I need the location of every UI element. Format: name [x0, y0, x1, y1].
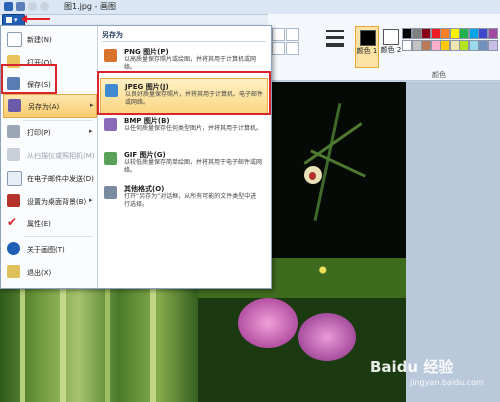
chevron-down-icon: ▾ — [14, 16, 18, 24]
title-bar: 图1.jpg - 画图 — [0, 0, 500, 15]
info-icon — [7, 242, 20, 255]
size-line-icon-3[interactable] — [326, 43, 344, 47]
palette-swatch[interactable] — [411, 40, 422, 51]
menu-item-label: 关于画图(T) — [27, 246, 65, 254]
red-arrow-annotation — [21, 15, 50, 23]
palette-swatch[interactable] — [449, 28, 460, 39]
paint-app-icon[interactable] — [4, 2, 13, 11]
menu-item-print[interactable]: 打印(P) ▸ — [3, 121, 95, 143]
menu-item-label: 属性(E) — [27, 220, 51, 228]
email-icon — [7, 171, 22, 186]
menu-item-label: 另存为(A) — [28, 103, 60, 111]
submenu-arrow-icon: ▸ — [89, 127, 93, 135]
divider — [23, 236, 93, 237]
menu-item-desktop-background[interactable]: 设置为桌面背景(B) ▸ — [3, 190, 95, 212]
menu-item-label: 设置为桌面背景(B) — [27, 198, 87, 206]
divider — [102, 41, 266, 42]
menu-item-save-as[interactable]: 另存为(A) ▸ — [3, 94, 97, 118]
color-1-selector[interactable]: 颜色 1 — [355, 26, 379, 68]
gif-image-icon — [104, 152, 117, 165]
menu-item-scanner: 从扫描仪或照相机(M) — [3, 144, 95, 166]
brush-tool-icon[interactable] — [272, 28, 285, 41]
undo-icon[interactable] — [28, 2, 37, 11]
canvas-background — [406, 82, 500, 258]
menu-item-label: 从扫描仪或照相机(M) — [27, 152, 95, 160]
palette-swatch[interactable] — [459, 28, 469, 39]
submenu-item-desc: 以高质量保存照片或绘图，并将其用于计算机或网络。 — [124, 56, 257, 71]
menu-item-label: 退出(X) — [27, 269, 52, 277]
new-file-icon — [7, 32, 22, 47]
palette-swatch[interactable] — [459, 40, 469, 51]
menu-item-label: 在电子邮件中发送(D) — [27, 175, 94, 183]
palette-swatch[interactable] — [449, 40, 460, 51]
submenu-arrow-icon: ▸ — [89, 196, 93, 204]
save-as-other-formats[interactable]: 其他格式(O) 打开“另存为”对话框，从所有可能的文件类型中进行选择。 — [100, 181, 266, 215]
printer-icon — [7, 125, 20, 138]
palette-swatch[interactable] — [421, 40, 431, 51]
palette-swatch[interactable] — [487, 40, 498, 51]
palette-swatch[interactable] — [468, 40, 479, 51]
save-as-highlight-box — [1, 64, 57, 94]
palette-swatch[interactable] — [402, 40, 412, 51]
save-as-icon — [8, 99, 21, 112]
palette-swatch[interactable] — [440, 28, 450, 39]
eraser-tool-icon[interactable] — [286, 28, 299, 41]
color-palette — [402, 28, 498, 52]
submenu-item-desc: 打开“另存为”对话框，从所有可能的文件类型中进行选择。 — [124, 193, 257, 208]
window-title: 图1.jpg - 画图 — [64, 2, 116, 11]
colors-group-label: 颜色 — [432, 71, 446, 79]
submenu-title: 另存为 — [102, 31, 123, 39]
orchid-photo — [268, 82, 406, 258]
menu-item-exit[interactable]: 退出(X) — [3, 261, 95, 283]
color-2-selector[interactable]: 颜色 2 — [380, 26, 402, 66]
scanner-icon — [7, 148, 20, 161]
palette-swatch[interactable] — [430, 28, 441, 39]
watermark-brand: Baidu 经验 — [370, 358, 454, 376]
jpeg-highlight-box — [97, 71, 271, 115]
bmp-image-icon — [104, 118, 117, 131]
submenu-item-desc: 以任何质量保存任何类型图片，并将其用于计算机。 — [124, 125, 263, 132]
other-formats-icon — [104, 186, 117, 199]
watermark-url: jingyan.baidu.com — [410, 378, 484, 387]
palette-swatch[interactable] — [487, 28, 498, 39]
zoom-tool-icon[interactable] — [286, 42, 299, 55]
menu-item-label: 打印(P) — [27, 129, 51, 137]
palette-swatch[interactable] — [402, 28, 412, 39]
checkmark-icon: ✔ — [7, 215, 18, 229]
bamboo-photo — [0, 287, 198, 402]
color-1-label: 颜色 1 — [356, 47, 378, 55]
menu-item-label: 新建(N) — [27, 36, 52, 44]
palette-swatch[interactable] — [440, 40, 450, 51]
color-2-swatch — [383, 29, 399, 45]
palette-swatch[interactable] — [478, 28, 488, 39]
palette-swatch[interactable] — [430, 40, 441, 51]
submenu-arrow-icon: ▸ — [90, 101, 94, 109]
paint-menu-icon — [6, 17, 12, 23]
save-as-gif[interactable]: GIF 图片(G) 以较低质量保存简单绘图，并将其用于电子邮件或网络。 — [100, 147, 266, 181]
submenu-item-desc: 以较低质量保存简单绘图，并将其用于电子邮件或网络。 — [124, 159, 263, 174]
size-line-icon-2[interactable] — [326, 36, 344, 39]
palette-swatch[interactable] — [468, 28, 479, 39]
palette-swatch[interactable] — [478, 40, 488, 51]
picker-tool-icon[interactable] — [272, 42, 285, 55]
save-as-submenu: 另存为 PNG 图片(P) 以高质量保存照片或绘图，并将其用于计算机或网络。 J… — [98, 26, 270, 288]
menu-item-new[interactable]: 新建(N) — [3, 28, 95, 50]
palette-swatch[interactable] — [421, 28, 431, 39]
palette-swatch[interactable] — [411, 28, 422, 39]
color-1-swatch — [360, 30, 376, 46]
desktop-background-icon — [7, 194, 20, 207]
menu-item-properties[interactable]: ✔ 属性(E) — [3, 212, 95, 234]
menu-item-email[interactable]: 在电子邮件中发送(D) — [3, 167, 95, 189]
exit-icon — [7, 265, 20, 278]
png-image-icon — [104, 49, 117, 62]
size-line-icon[interactable] — [326, 30, 344, 32]
save-as-bmp[interactable]: BMP 图片(B) 以任何质量保存任何类型图片，并将其用于计算机。 — [100, 113, 266, 147]
redo-icon[interactable] — [40, 2, 49, 11]
menu-item-about[interactable]: 关于画图(T) — [3, 238, 95, 260]
color-2-label: 颜色 2 — [380, 46, 402, 54]
save-icon[interactable] — [16, 2, 25, 11]
